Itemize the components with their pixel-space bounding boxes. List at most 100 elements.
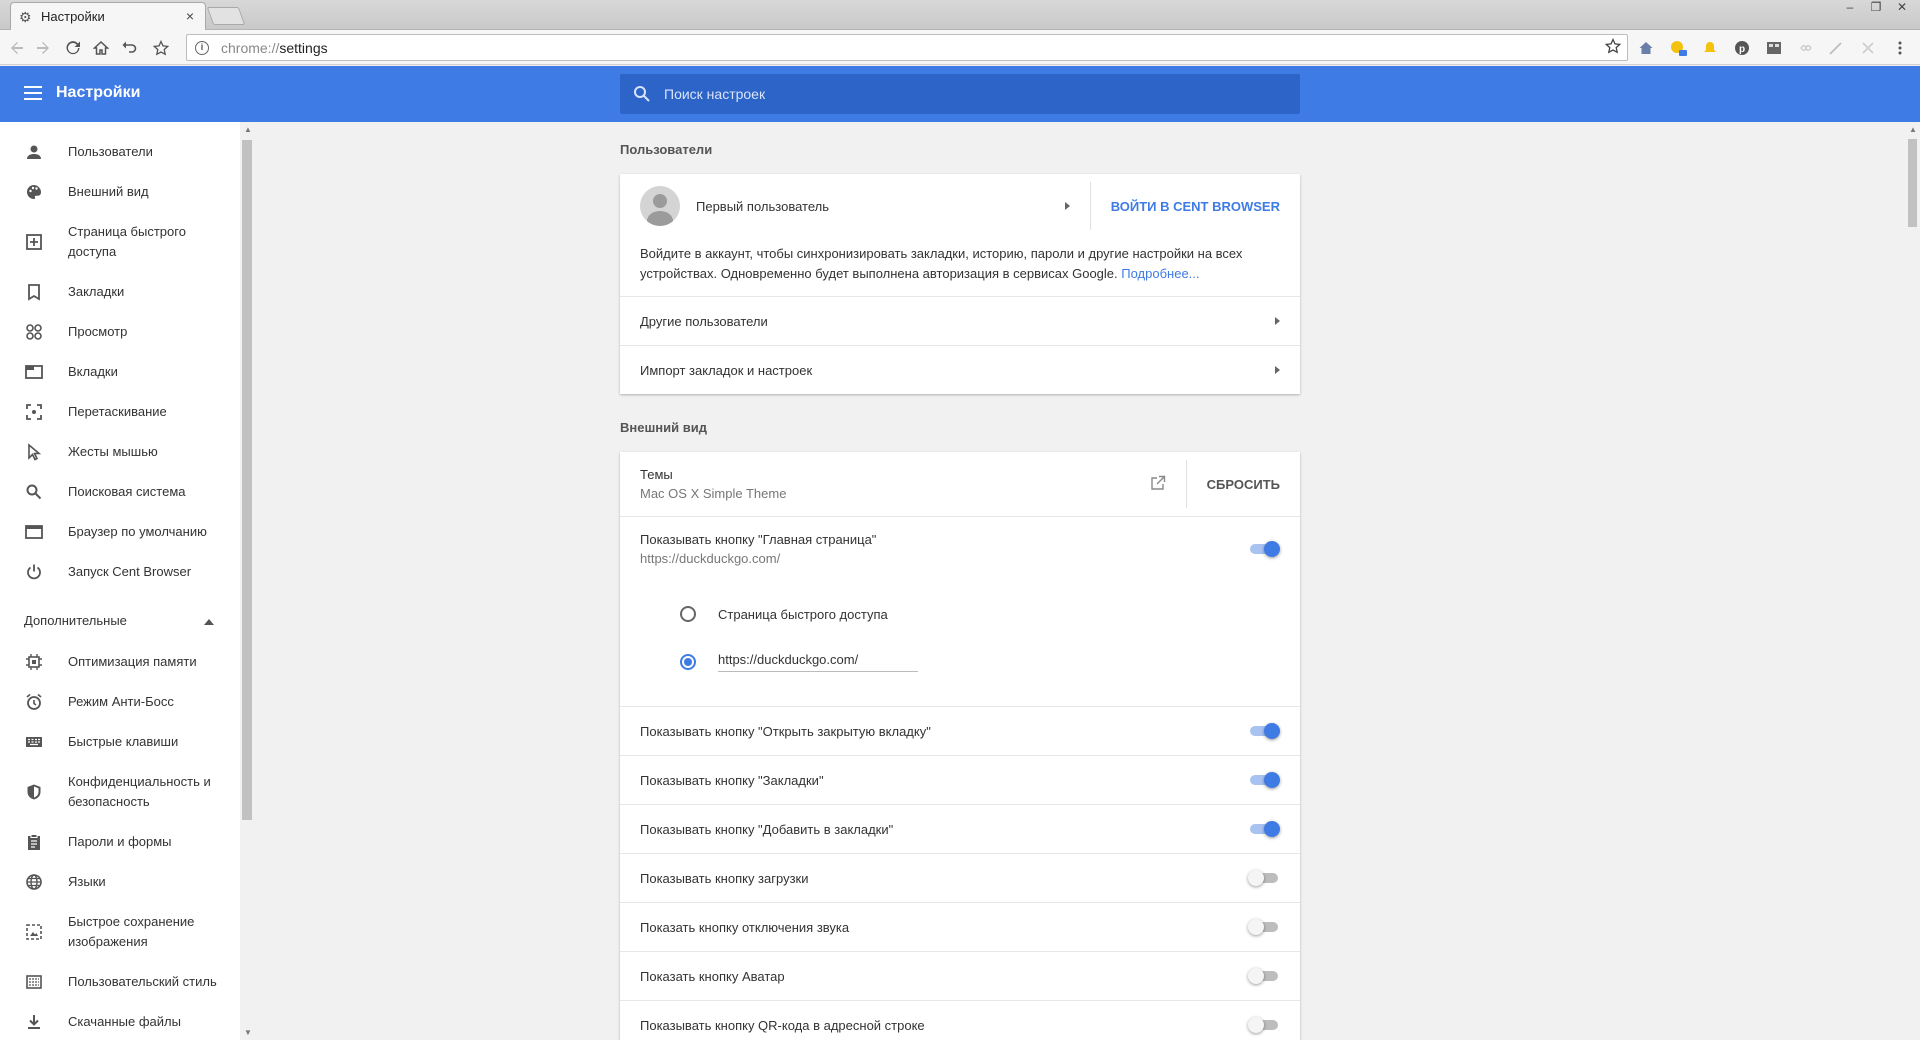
forward-button[interactable]: [32, 37, 54, 59]
bookmark-icon: [24, 282, 44, 302]
undo-close-tab-button[interactable]: [118, 37, 140, 59]
sidebar-item-browsing[interactable]: Просмотр: [0, 312, 240, 352]
sidebar-item-downloads[interactable]: Скачанные файлы: [0, 1002, 240, 1040]
bell-extension-icon[interactable]: [1700, 38, 1720, 58]
sidebar-item-user-style[interactable]: Пользовательский стиль: [0, 962, 240, 1002]
sidebar-item-label: Конфиденциальность и безопасность: [68, 774, 211, 809]
scroll-up-icon[interactable]: ▲: [244, 125, 252, 134]
sidebar-item-users[interactable]: Пользователи: [0, 132, 240, 172]
sidebar-scroll-thumb[interactable]: [242, 140, 252, 820]
sidebar-item-mouse-gestures[interactable]: Жесты мышью: [0, 432, 240, 472]
info-icon[interactable]: i: [195, 40, 209, 55]
main-scrollbar[interactable]: ▲: [1905, 122, 1920, 1040]
add-bookmark-toggle[interactable]: [1248, 819, 1280, 839]
caret-up-icon: [204, 613, 214, 628]
sidebar-item-startup[interactable]: Запуск Cent Browser: [0, 552, 240, 592]
tab-title: Настройки: [41, 9, 105, 24]
settings-search[interactable]: [620, 74, 1300, 114]
sidebar-item-label: Языки: [68, 874, 106, 889]
scroll-up-icon[interactable]: ▲: [1909, 125, 1917, 134]
sidebar-item-default-browser[interactable]: Браузер по умолчанию: [0, 512, 240, 552]
users-card: Первый пользователь ВОЙТИ В CENT BROWSER…: [620, 174, 1300, 394]
radio-ntp[interactable]: [680, 606, 696, 622]
qr-button-toggle[interactable]: [1248, 1015, 1280, 1035]
bookmarks-button[interactable]: [150, 37, 172, 59]
sidebar-item-memory[interactable]: Оптимизация памяти: [0, 642, 240, 682]
download-button-toggle[interactable]: [1248, 868, 1280, 888]
mute-button-toggle[interactable]: [1248, 917, 1280, 937]
sidebar-item-drag[interactable]: Перетаскивание: [0, 392, 240, 432]
home-button[interactable]: [90, 37, 112, 59]
close-window-button[interactable]: ✕: [1892, 0, 1912, 16]
feather-extension-icon[interactable]: [1826, 38, 1846, 58]
reopen-tab-toggle[interactable]: [1248, 721, 1280, 741]
tab-settings[interactable]: ⚙ Настройки ×: [10, 2, 206, 30]
minimize-button[interactable]: –: [1840, 0, 1860, 16]
main-scroll-thumb[interactable]: [1908, 139, 1917, 227]
sidebar-item-privacy[interactable]: Конфиденциальность и безопасность: [0, 762, 240, 822]
advanced-section-toggle[interactable]: Дополнительные: [0, 598, 240, 642]
restore-button[interactable]: ❐: [1866, 0, 1886, 16]
reset-theme-button[interactable]: СБРОСИТЬ: [1207, 477, 1280, 492]
sidebar-item-tabs[interactable]: Вкладки: [0, 352, 240, 392]
menu-dots-icon[interactable]: [1890, 38, 1910, 58]
x-extension-icon[interactable]: [1858, 38, 1878, 58]
users-section-title: Пользователи: [620, 142, 713, 157]
sidebar-item-search-engine[interactable]: Поисковая система: [0, 472, 240, 512]
learn-more-link[interactable]: Подробнее...: [1121, 266, 1199, 281]
clipboard-icon: [24, 832, 44, 852]
radio-ntp-option[interactable]: Страница быстрого доступа: [620, 590, 1300, 638]
address-bar[interactable]: i chrome:// settings: [186, 34, 1628, 61]
window-controls: – ❐ ✕: [1840, 0, 1912, 16]
sidebar-item-appearance[interactable]: Внешний вид: [0, 172, 240, 212]
bookmark-star-icon[interactable]: [1604, 37, 1622, 57]
other-users-row[interactable]: Другие пользователи: [620, 296, 1300, 345]
signin-button[interactable]: ВОЙТИ В CENT BROWSER: [1111, 199, 1280, 214]
grid-extension-icon[interactable]: [1764, 38, 1784, 58]
signin-description: Войдите в аккаунт, чтобы синхронизироват…: [620, 238, 1300, 296]
home-url-field[interactable]: https://duckduckgo.com/: [718, 652, 918, 672]
radio-url[interactable]: [680, 654, 696, 670]
alarm-icon: [24, 692, 44, 712]
close-tab-icon[interactable]: ×: [183, 9, 197, 24]
sidebar-scrollbar[interactable]: ▲ ▼: [240, 122, 255, 1040]
reload-button[interactable]: [62, 37, 84, 59]
sidebar-item-shortcuts[interactable]: Быстрые клавиши: [0, 722, 240, 762]
arrow-right-icon[interactable]: [1064, 202, 1070, 210]
radio-url-option[interactable]: https://duckduckgo.com/: [620, 638, 1300, 686]
hamburger-menu-icon[interactable]: [24, 84, 42, 102]
cursor-icon: [24, 442, 44, 462]
home-button-url: https://duckduckgo.com/: [640, 550, 781, 566]
home-button-toggle[interactable]: [1248, 539, 1280, 559]
new-tab-button[interactable]: [206, 7, 246, 25]
back-button[interactable]: [6, 37, 28, 59]
person-icon: [24, 142, 44, 162]
toggle-row: Показывать кнопку "Открыть закрытую вкла…: [620, 706, 1300, 755]
sidebar-item-label: Оптимизация памяти: [68, 654, 197, 669]
other-users-label: Другие пользователи: [640, 313, 768, 329]
avatar-button-toggle[interactable]: [1248, 966, 1280, 986]
infinity-extension-icon[interactable]: [1796, 38, 1816, 58]
toggle-row: Показывать кнопку "Добавить в закладки": [620, 804, 1300, 853]
scroll-down-icon[interactable]: ▼: [244, 1028, 252, 1037]
sidebar-item-speed-dial[interactable]: Страница быстрого доступа: [0, 212, 240, 272]
toggle-label: Показать кнопку Аватар: [640, 968, 785, 984]
search-input[interactable]: [664, 86, 1264, 102]
sidebar-item-bookmarks[interactable]: Закладки: [0, 272, 240, 312]
back-arrow-icon: [11, 42, 23, 54]
image-save-icon: [24, 922, 44, 942]
home-extension-icon[interactable]: [1636, 38, 1656, 58]
sidebar-item-image-save[interactable]: Быстрое сохранение изображения: [0, 902, 240, 962]
bookmarks-button-toggle[interactable]: [1248, 770, 1280, 790]
sidebar-item-languages[interactable]: Языки: [0, 862, 240, 902]
pinterest-extension-icon[interactable]: p: [1732, 38, 1752, 58]
sidebar-item-passwords[interactable]: Пароли и формы: [0, 822, 240, 862]
import-row[interactable]: Импорт закладок и настроек: [620, 345, 1300, 394]
sidebar-item-label: Быстрые клавиши: [68, 734, 179, 749]
open-external-icon[interactable]: [1150, 475, 1166, 494]
sidebar-item-anti-boss[interactable]: Режим Анти-Босс: [0, 682, 240, 722]
advanced-label: Дополнительные: [24, 612, 127, 628]
toggle-row: Показывать кнопку загрузки: [620, 853, 1300, 902]
profile-name[interactable]: Первый пользователь: [696, 199, 1065, 214]
weather-extension-icon[interactable]: [1668, 38, 1688, 58]
